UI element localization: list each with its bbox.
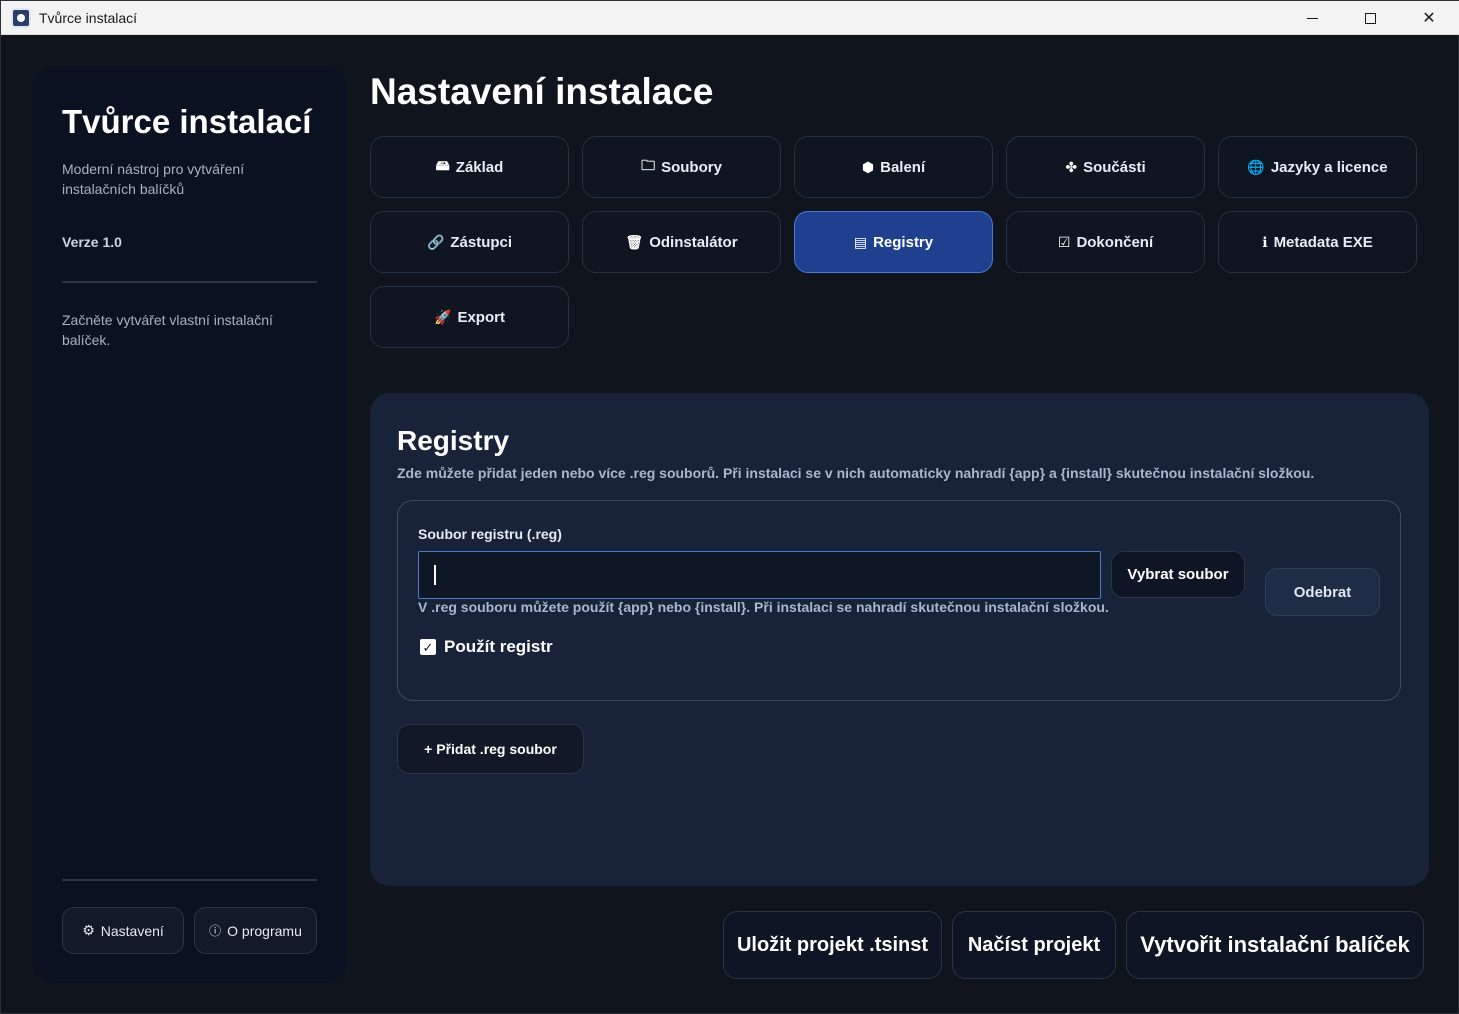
- tab-label: Odinstalátor: [649, 233, 738, 251]
- info-icon: ℹ: [1262, 233, 1268, 250]
- sidebar-title: Tvůrce instalací: [62, 103, 312, 140]
- title-bar: Tvůrce instalací ✕: [1, 1, 1459, 35]
- package-icon: ⬢: [861, 158, 875, 175]
- load-project-button[interactable]: Načíst projekt: [952, 911, 1116, 979]
- text-caret: [434, 565, 436, 585]
- settings-button[interactable]: ⚙ Nastavení: [62, 907, 184, 954]
- tab-balení[interactable]: ⬢ Balení: [794, 136, 993, 198]
- tab-registry[interactable]: ▤ Registry: [794, 211, 993, 273]
- registry-panel: Registry Zde můžete přidat jeden nebo ví…: [370, 393, 1429, 886]
- maximize-icon: [1364, 12, 1376, 24]
- tab-label: Dokončení: [1076, 233, 1154, 251]
- globe-icon: 🌐: [1247, 158, 1265, 175]
- sidebar-divider-bottom: [62, 879, 317, 881]
- tab-metadata-exe[interactable]: ℹ Metadata EXE: [1218, 211, 1417, 273]
- app-logo-icon: [11, 8, 31, 28]
- tab-label: Základ: [455, 158, 504, 176]
- page-title: Nastavení instalace: [370, 71, 714, 112]
- maximize-button[interactable]: [1341, 1, 1399, 35]
- sidebar-hint: Začněte vytvářet vlastní instalační balí…: [62, 312, 273, 348]
- tab-label: Zástupci: [450, 233, 513, 251]
- browse-file-button[interactable]: Vybrat soubor: [1111, 551, 1245, 598]
- tab-jazyky-a-licence[interactable]: 🌐 Jazyky a licence: [1218, 136, 1417, 198]
- about-label: O programu: [227, 922, 302, 939]
- about-button[interactable]: ⓘ O programu: [194, 907, 317, 954]
- save-project-button[interactable]: Uložit projekt .tsinst: [723, 911, 942, 979]
- tab-label: Jazyky a licence: [1270, 158, 1388, 176]
- panel-title: Registry: [397, 425, 510, 456]
- close-icon: ✕: [1422, 10, 1436, 27]
- registry-file-input[interactable]: [418, 551, 1101, 599]
- app-window: Tvůrce instalací ✕ Tvůrce instalací Mode…: [0, 0, 1459, 1014]
- tab-odinstalátor[interactable]: 🗑 Odinstalátor: [582, 211, 781, 273]
- version-label: Verze 1.0: [62, 234, 122, 250]
- tab-dokončení[interactable]: ☑ Dokončení: [1006, 211, 1205, 273]
- tab-součásti[interactable]: ✤ Součásti: [1006, 136, 1205, 198]
- installer-icon: 🖴: [435, 157, 450, 173]
- checkbox-checked-icon[interactable]: ✓: [420, 639, 436, 655]
- tab-label: Součásti: [1083, 158, 1146, 176]
- minimize-icon: [1306, 17, 1318, 19]
- trash-icon: 🗑: [625, 233, 644, 250]
- gear-icon: ⚙: [82, 922, 95, 938]
- tab-label: Soubory: [661, 158, 722, 176]
- info-circle-icon: ⓘ: [209, 924, 222, 938]
- tab-zástupci[interactable]: 🔗 Zástupci: [370, 211, 569, 273]
- remove-entry-button[interactable]: Odebrat: [1265, 568, 1380, 616]
- tab-základ[interactable]: 🖴 Základ: [370, 136, 569, 198]
- link-icon: 🔗: [426, 233, 445, 250]
- registry-help-text: V .reg souboru můžete použít {app} nebo …: [418, 599, 1109, 615]
- build-installer-button[interactable]: Vytvořit instalační balíček: [1126, 911, 1424, 979]
- window-title: Tvůrce instalací: [39, 10, 138, 26]
- settings-label: Nastavení: [100, 922, 164, 939]
- puzzle-icon: ✤: [1065, 158, 1078, 175]
- checkbox-icon: ☑: [1057, 233, 1071, 250]
- add-reg-file-button[interactable]: + Přidat .reg soubor: [397, 724, 584, 774]
- registry-file-label: Soubor registru (.reg): [418, 526, 562, 542]
- use-registry-checkbox[interactable]: ✓ Použít registr: [420, 637, 553, 657]
- registry-icon: ▤: [853, 233, 868, 250]
- rocket-icon: 🚀: [434, 308, 452, 325]
- tab-soubory[interactable]: 🗀 Soubory: [582, 136, 781, 198]
- tab-export[interactable]: 🚀 Export: [370, 286, 569, 348]
- tab-label: Balení: [880, 158, 926, 176]
- folder-icon: 🗀: [641, 157, 656, 173]
- minimize-button[interactable]: [1283, 1, 1341, 35]
- tab-label: Metadata EXE: [1273, 233, 1373, 251]
- registry-entry-card: Soubor registru (.reg) Vybrat soubor Ode…: [397, 500, 1401, 701]
- sidebar: Tvůrce instalací Moderní nástroj pro vyt…: [32, 66, 347, 983]
- sidebar-divider: [62, 281, 317, 283]
- tab-label: Export: [457, 308, 505, 326]
- close-button[interactable]: ✕: [1400, 1, 1458, 35]
- panel-description: Zde můžete přidat jeden nebo více .reg s…: [397, 465, 1315, 481]
- tab-label: Registry: [873, 233, 934, 251]
- sidebar-subtitle: Moderní nástroj pro vytváření instalační…: [62, 161, 245, 197]
- use-registry-label: Použít registr: [444, 637, 553, 656]
